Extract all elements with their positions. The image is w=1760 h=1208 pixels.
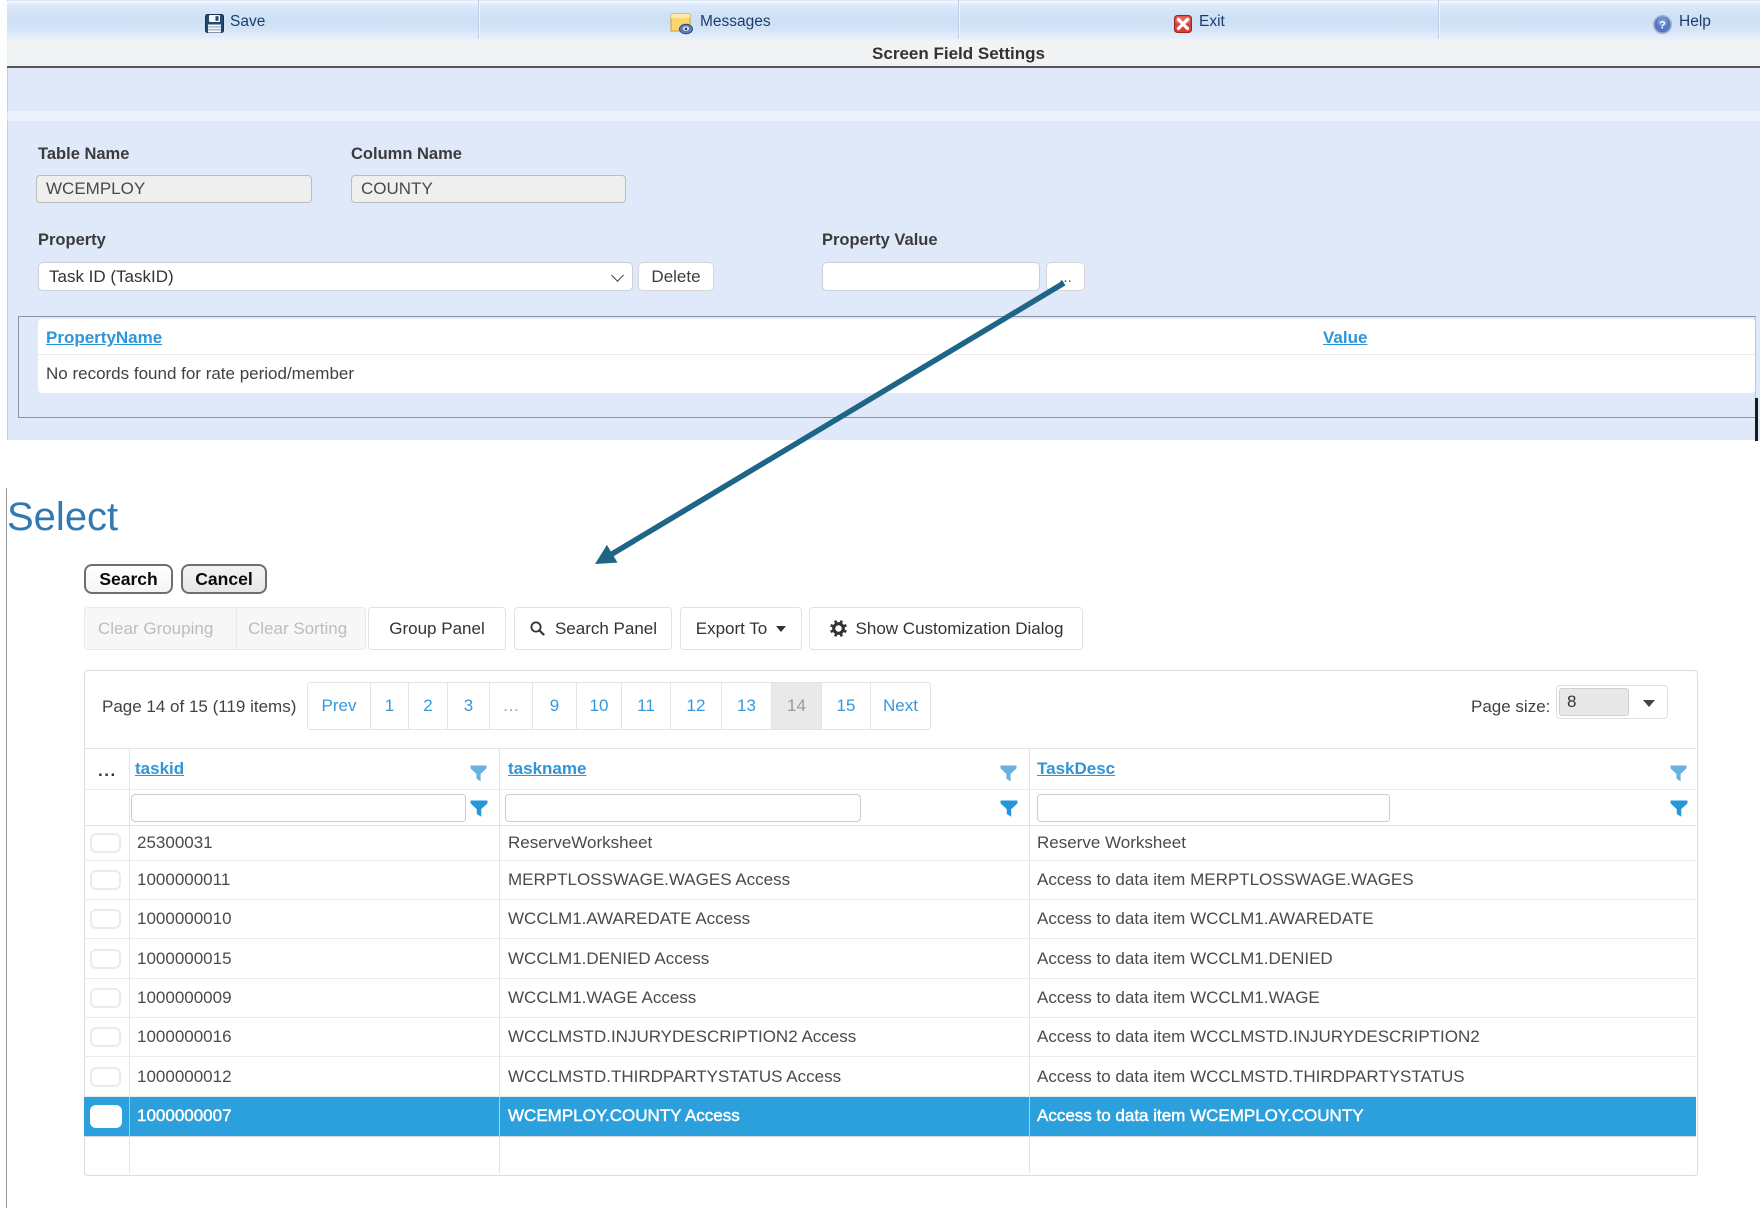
svg-text:?: ?	[1659, 20, 1666, 32]
